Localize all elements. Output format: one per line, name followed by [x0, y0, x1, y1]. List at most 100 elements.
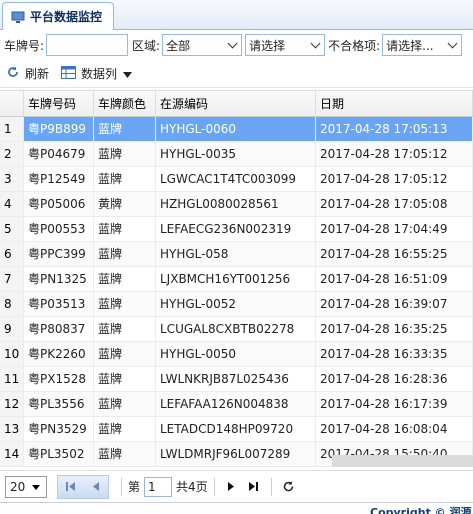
table-row[interactable]: 8 粤P03513 蓝牌 HYHGL-0052 2017-04-28 16:39:07	[0, 292, 473, 317]
row-number: 13	[0, 417, 24, 441]
row-number: 6	[0, 242, 24, 266]
row-number: 4	[0, 192, 24, 216]
row-number: 5	[0, 217, 24, 241]
row-number: 1	[0, 117, 24, 141]
cell-color: 黄牌	[94, 192, 156, 216]
table-row[interactable]: 6 粤PPC399 蓝牌 HYHGL-058 2017-04-28 16:55:25	[0, 242, 473, 267]
last-page-button[interactable]	[243, 476, 265, 498]
table-row[interactable]: 3 粤P12549 蓝牌 LGWCAC1T4TC003099 2017-04-28 17…	[0, 167, 473, 192]
cell-code: HYHGL-0050	[156, 342, 316, 366]
cell-code: HZHGL0080028561	[156, 192, 316, 216]
table-row[interactable]: 12 粤PL3556 蓝牌 LEFAFAA126N004838 2017-04-28 1…	[0, 392, 473, 417]
page-number-input[interactable]: 1	[144, 476, 173, 497]
cell-date: 2017-04-28 16:35:25	[316, 317, 473, 341]
chevron-down-icon[interactable]	[223, 35, 241, 55]
table-row[interactable]: 11 粤PX1528 蓝牌 LWLNKRJB87L025436 2017-04-28 1…	[0, 367, 473, 392]
monitor-icon	[11, 10, 25, 24]
next-page-button[interactable]	[221, 476, 243, 498]
cell-color: 蓝牌	[94, 267, 156, 291]
cell-plate: 粤P9B899	[24, 117, 94, 141]
cell-plate: 粤PN1325	[24, 267, 94, 291]
plate-label: 车牌号:	[4, 38, 45, 53]
page-size-value: 20	[10, 479, 26, 494]
fail-item-label: 不合格项:	[328, 38, 381, 53]
caret-down-icon	[123, 67, 133, 81]
table-row[interactable]: 5 粤P00553 蓝牌 LEFAECG236N002319 2017-04-28 17…	[0, 217, 473, 242]
row-number: 14	[0, 442, 24, 466]
cell-code: LGWCAC1T4TC003099	[156, 167, 316, 191]
tab-label: 平台数据监控	[30, 10, 103, 24]
page-size-select[interactable]: 20	[5, 475, 47, 498]
cell-code: LEFAFAA126N004838	[156, 392, 316, 416]
cell-date: 2017-04-28 17:05:12	[316, 142, 473, 166]
filter-bar: 车牌号: 区域: 全部 请选择 不合格项: 请选择...	[0, 30, 473, 60]
plate-input[interactable]	[46, 34, 129, 56]
column-header-code[interactable]: 在源编码	[156, 91, 316, 116]
cell-date: 2017-04-28 17:04:49	[316, 217, 473, 241]
grid-header: 车牌号码 车牌颜色 在源编码 日期	[0, 91, 473, 117]
cell-date: 2017-04-28 16:33:35	[316, 342, 473, 366]
toolbar: 刷新 数据列	[0, 60, 473, 88]
row-number: 10	[0, 342, 24, 366]
cell-color: 蓝牌	[94, 317, 156, 341]
row-number: 3	[0, 167, 24, 191]
page-prefix: 第	[128, 480, 141, 494]
cell-code: LCUGAL8CXBTB02278	[156, 317, 316, 341]
cell-plate: 粤PX1528	[24, 367, 94, 391]
column-header-plate[interactable]: 车牌号码	[24, 91, 94, 116]
region-select[interactable]: 全部	[162, 34, 243, 56]
grid-body: 1 粤P9B899 蓝牌 HYHGL-0060 2017-04-28 17:05:13 2…	[0, 117, 473, 467]
table-row[interactable]: 1 粤P9B899 蓝牌 HYHGL-0060 2017-04-28 17:05:13	[0, 117, 473, 142]
table-row[interactable]: 4 粤P05006 黄牌 HZHGL0080028561 2017-04-28 17:0…	[0, 192, 473, 217]
refresh-button[interactable]: 刷新	[6, 65, 49, 82]
cell-code: HYHGL-0035	[156, 142, 316, 166]
fail-item-value: 请选择...	[386, 38, 434, 53]
region-value: 全部	[166, 38, 191, 53]
tab-platform-monitor[interactable]: 平台数据监控	[2, 2, 114, 30]
prev-page-button[interactable]	[85, 476, 107, 498]
cell-code: HYHGL-0060	[156, 117, 316, 141]
table-row[interactable]: 13 粤PN3529 蓝牌 LETADCD148HP09720 2017-04-28 1…	[0, 417, 473, 442]
column-header-date[interactable]: 日期	[316, 91, 473, 116]
region-label: 区域:	[132, 38, 161, 53]
cell-date: 2017-04-28 17:05:13	[316, 117, 473, 141]
row-number: 12	[0, 392, 24, 416]
footer: Copyright © 润源	[0, 502, 473, 514]
first-prev-group	[57, 474, 109, 499]
table-row[interactable]: 7 粤PN1325 蓝牌 LJXBMCH16YT001256 2017-04-28 16…	[0, 267, 473, 292]
table-row[interactable]: 10 粤PK2260 蓝牌 HYHGL-0050 2017-04-28 16:33:35	[0, 342, 473, 367]
chevron-down-icon[interactable]	[443, 35, 461, 55]
cell-plate: 粤PL3502	[24, 442, 94, 466]
table-row[interactable]: 9 粤P80837 蓝牌 LCUGAL8CXBTB02278 2017-04-28 16…	[0, 317, 473, 342]
cell-date: 2017-04-28 16:17:39	[316, 392, 473, 416]
cell-code: LJXBMCH16YT001256	[156, 267, 316, 291]
cell-plate: 粤PN3529	[24, 417, 94, 441]
table-row[interactable]: 2 粤P04679 蓝牌 HYHGL-0035 2017-04-28 17:05:12	[0, 142, 473, 167]
fail-item-select[interactable]: 请选择...	[382, 34, 463, 56]
horizontal-scrollbar[interactable]	[332, 455, 473, 467]
reload-button[interactable]	[278, 476, 300, 498]
cell-color: 蓝牌	[94, 117, 156, 141]
cell-plate: 粤P12549	[24, 167, 94, 191]
chevron-down-icon[interactable]	[306, 35, 324, 55]
cell-code: LWLDMRJF96L007289	[156, 442, 316, 466]
sub-region-select[interactable]: 请选择	[245, 34, 326, 56]
data-columns-label: 数据列	[81, 67, 118, 81]
cell-color: 蓝牌	[94, 242, 156, 266]
row-number: 9	[0, 317, 24, 341]
cell-color: 蓝牌	[94, 142, 156, 166]
cell-code: HYHGL-058	[156, 242, 316, 266]
column-header-color[interactable]: 车牌颜色	[94, 91, 156, 116]
cell-plate: 粤P05006	[24, 192, 94, 216]
refresh-label: 刷新	[25, 67, 50, 81]
cell-plate: 粤P80837	[24, 317, 94, 341]
pagination-bar: 20 第 1 共4页	[0, 470, 473, 502]
cell-code: LETADCD148HP09720	[156, 417, 316, 441]
divider	[213, 477, 215, 496]
cell-color: 蓝牌	[94, 442, 156, 466]
data-columns-button[interactable]: 数据列	[61, 65, 133, 82]
first-page-button[interactable]	[60, 476, 82, 498]
divider	[121, 477, 122, 496]
cell-date: 2017-04-28 16:28:36	[316, 367, 473, 391]
cell-plate: 粤P03513	[24, 292, 94, 316]
